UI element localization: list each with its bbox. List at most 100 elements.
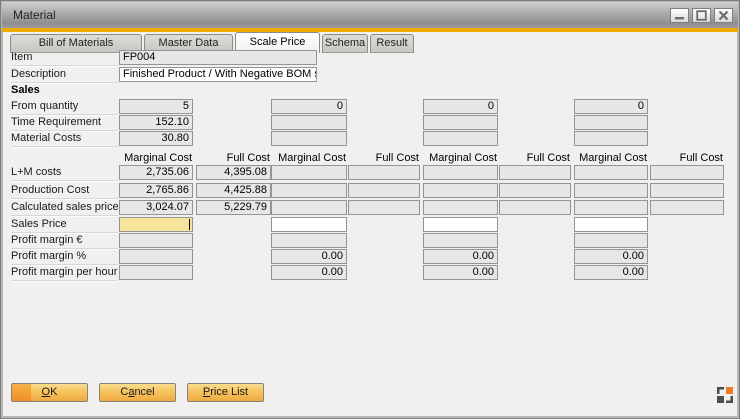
profit-margin-eur-col1 — [119, 233, 193, 248]
resize-grip-icon — [717, 387, 733, 403]
cancel-button-label: Cancel — [120, 386, 154, 398]
calculated-sales-price-cell-7 — [574, 200, 648, 215]
time-requirement-label: Time Requirement — [11, 115, 118, 131]
time-requirement-col1: 152.10 — [119, 115, 193, 130]
item-field: FP004 — [119, 50, 317, 65]
text-cursor-caret — [189, 219, 190, 230]
profit-margin-eur-col4 — [574, 233, 648, 248]
minimize-button[interactable] — [670, 8, 689, 23]
item-label: Item — [11, 50, 118, 66]
from-quantity-col1: 5 — [119, 99, 193, 114]
header-marginal-cost-2: Marginal Cost — [271, 152, 347, 165]
description-label: Description — [11, 67, 118, 83]
production-cost-cell-3 — [271, 183, 347, 198]
time-requirement-col3 — [423, 115, 498, 130]
profit-margin-pct-col2: 0.00 — [271, 249, 347, 264]
description-field[interactable]: Finished Product / With Negative BOM sev… — [119, 67, 317, 82]
profit-margin-pct-col1 — [119, 249, 193, 264]
material-costs-col2 — [271, 131, 347, 146]
calculated-sales-price-cell-3 — [271, 200, 347, 215]
profit-margin-eur-col2 — [271, 233, 347, 248]
production-cost-cell-7 — [574, 183, 648, 198]
header-full-cost-4: Full Cost — [650, 152, 724, 165]
maximize-icon — [696, 10, 707, 21]
production-cost-cell-4 — [348, 183, 420, 198]
calculated-sales-price-cell-1: 3,024.07 — [119, 200, 193, 215]
cancel-button[interactable]: Cancel — [99, 383, 176, 402]
profit-margin-eur-label: Profit margin € — [11, 233, 118, 249]
time-requirement-row: Time Requirement 152.10 — [0, 115, 740, 130]
calculated-sales-price-cell-6 — [499, 200, 571, 215]
lm-costs-cell-3 — [271, 165, 347, 180]
material-costs-label: Material Costs — [11, 131, 118, 147]
minimize-icon — [674, 10, 685, 21]
sales-price-input-3[interactable] — [423, 217, 498, 232]
lm-costs-cell-2: 4,395.08 — [196, 165, 271, 180]
production-cost-row: Production Cost 2,765.86 4,425.88 — [0, 183, 740, 198]
from-quantity-label: From quantity — [11, 99, 118, 115]
profit-margin-per-hour-label: Profit margin per hour — [11, 265, 118, 281]
calculated-sales-price-row: Calculated sales price 3,024.07 5,229.79 — [0, 200, 740, 215]
production-cost-cell-2: 4,425.88 — [196, 183, 271, 198]
titlebar[interactable]: Material — [2, 2, 738, 28]
lm-costs-label: L+M costs — [11, 165, 118, 181]
header-full-cost-3: Full Cost — [499, 152, 571, 165]
production-cost-cell-5 — [423, 183, 498, 198]
sales-price-label: Sales Price — [11, 217, 118, 233]
window-controls — [670, 8, 733, 23]
maximize-button[interactable] — [692, 8, 711, 23]
production-cost-cell-6 — [499, 183, 571, 198]
collapse-form-button[interactable] — [717, 387, 733, 403]
material-costs-col3 — [423, 131, 498, 146]
calculated-sales-price-label: Calculated sales price — [11, 200, 118, 216]
profit-margin-per-hour-col1 — [119, 265, 193, 280]
profit-margin-per-hour-row: Profit margin per hour 0.00 0.00 0.00 — [0, 265, 740, 280]
lm-costs-cell-1: 2,735.06 — [119, 165, 193, 180]
profit-margin-pct-label: Profit margin % — [11, 249, 118, 265]
production-cost-cell-8 — [650, 183, 724, 198]
lm-costs-cell-4 — [348, 165, 420, 180]
profit-margin-per-hour-col3: 0.00 — [423, 265, 498, 280]
sales-price-input-2[interactable] — [271, 217, 347, 232]
calculated-sales-price-cell-5 — [423, 200, 498, 215]
lm-costs-cell-8 — [650, 165, 724, 180]
calculated-sales-price-cell-4 — [348, 200, 420, 215]
from-quantity-col4: 0 — [574, 99, 648, 114]
production-cost-cell-1: 2,765.86 — [119, 183, 193, 198]
calculated-sales-price-cell-2: 5,229.79 — [196, 200, 271, 215]
profit-margin-eur-row: Profit margin € — [0, 233, 740, 248]
from-quantity-col3: 0 — [423, 99, 498, 114]
window-title: Material — [13, 8, 56, 22]
header-marginal-cost-3: Marginal Cost — [423, 152, 498, 165]
item-row: Item FP004 — [0, 50, 740, 65]
sales-price-input-4[interactable] — [574, 217, 648, 232]
sales-section-title: Sales — [11, 84, 40, 96]
sales-price-row: Sales Price — [0, 217, 740, 232]
lm-costs-cell-6 — [499, 165, 571, 180]
ok-button[interactable]: OK — [11, 383, 88, 402]
header-marginal-cost-4: Marginal Cost — [574, 152, 648, 165]
time-requirement-col2 — [271, 115, 347, 130]
from-quantity-col2: 0 — [271, 99, 347, 114]
sales-price-input-1[interactable] — [119, 217, 193, 232]
close-icon — [718, 10, 729, 21]
description-row: Description Finished Product / With Nega… — [0, 67, 740, 82]
material-costs-col4 — [574, 131, 648, 146]
profit-margin-per-hour-col2: 0.00 — [271, 265, 347, 280]
lm-costs-cell-5 — [423, 165, 498, 180]
price-list-button[interactable]: Price List — [187, 383, 264, 402]
price-list-button-label: Price List — [203, 386, 248, 398]
lm-costs-cell-7 — [574, 165, 648, 180]
lm-costs-row: L+M costs 2,735.06 4,395.08 — [0, 165, 740, 180]
profit-margin-per-hour-col4: 0.00 — [574, 265, 648, 280]
material-costs-col1: 30.80 — [119, 131, 193, 146]
material-window: Material Bill of Materials Master Data S… — [0, 0, 740, 419]
calculated-sales-price-cell-8 — [650, 200, 724, 215]
ok-button-label: OK — [42, 386, 58, 398]
header-full-cost-2: Full Cost — [348, 152, 420, 165]
header-full-cost-1: Full Cost — [196, 152, 271, 165]
close-button[interactable] — [714, 8, 733, 23]
profit-margin-pct-col3: 0.00 — [423, 249, 498, 264]
profit-margin-eur-col3 — [423, 233, 498, 248]
material-costs-row: Material Costs 30.80 — [0, 131, 740, 146]
